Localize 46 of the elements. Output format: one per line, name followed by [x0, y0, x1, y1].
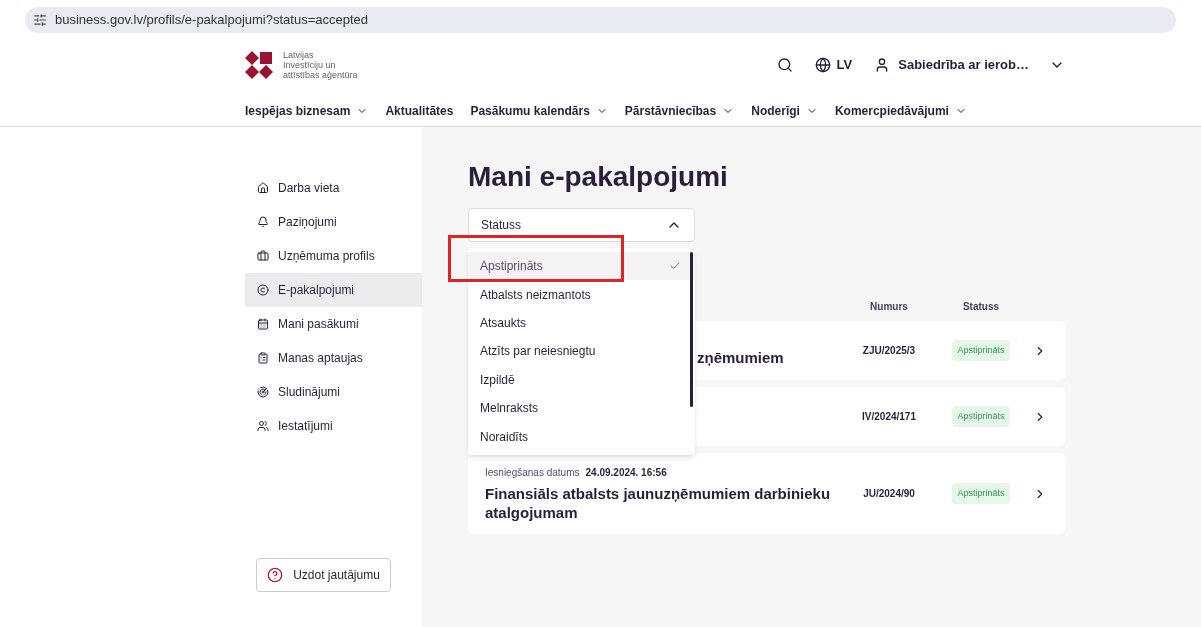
column-header: Statuss	[961, 300, 1001, 314]
service-number: ZJU/2025/3	[861, 344, 917, 358]
bell-icon	[257, 216, 269, 228]
scrollbar-thumb[interactable]	[690, 252, 693, 407]
nav-menu-item[interactable]: Iespējas biznesam	[245, 102, 369, 120]
dropdown-option[interactable]: Apstiprināts	[468, 252, 695, 281]
nav-menu-item[interactable]: Noderīgi	[751, 102, 818, 120]
dropdown-option[interactable]: Atbalsts neizmantots	[468, 280, 695, 309]
service-title: zņēmumiem	[697, 348, 785, 367]
radar-icon	[257, 386, 269, 398]
house-icon	[257, 182, 269, 194]
column-header: Numurs	[869, 300, 909, 314]
dropdown-option[interactable]: Atzīts par neiesniegtu	[468, 337, 695, 366]
clipboard-icon	[257, 352, 269, 364]
ask-question-button[interactable]: Uzdot jautājumu	[256, 558, 391, 592]
search-icon[interactable]	[776, 57, 793, 73]
service-title: Finansiāls atbalsts jaunuzņēmumiem darbinieku atalgojumam	[485, 484, 832, 522]
service-card[interactable]: Iesniegšanas datums 24.09.2024. 16:56 Finansiāls atbalsts jaunuzņēmumiem darbinieku atalgojumam JU/2024/90 Apstiprināts	[468, 453, 1066, 534]
url-text: business.gov.lv/profils/e-pakalpojumi?status=accepted	[55, 11, 368, 30]
nav-menu-item[interactable]: Aktualitātes	[385, 102, 454, 120]
nav-menu-item[interactable]: Komercpiedāvājumi	[834, 102, 967, 120]
date-label: Iesniegšanas datums	[485, 466, 580, 480]
calendar-icon	[257, 318, 269, 330]
site-settings-icon[interactable]	[33, 13, 47, 27]
logo-text: Latvijas Investīciju un attīstības aģentūra	[283, 50, 358, 80]
briefcase-icon	[257, 250, 269, 262]
nav-menu-item[interactable]: Pasākumu kalendārs	[470, 102, 608, 120]
date-value: 24.09.2024. 16:56	[585, 466, 667, 480]
logo-icon	[245, 51, 273, 79]
dropdown-option[interactable]: Melnraksts	[468, 393, 695, 423]
address-bar[interactable]: business.gov.lv/profils/e-pakalpojumi?status=accepted	[25, 7, 1176, 33]
sidebar-item[interactable]: E-pakalpojumi	[245, 273, 422, 307]
status-badge: Apstiprināts	[952, 482, 1010, 505]
nav-menu-item[interactable]: Pārstāvniecības	[624, 102, 735, 120]
people-icon	[257, 420, 269, 432]
globe-icon	[814, 57, 831, 73]
page-title: Mani e-pakalpojumi	[468, 160, 729, 194]
status-badge: Apstiprināts	[952, 339, 1010, 362]
status-badge: Apstiprināts	[952, 405, 1010, 428]
question-icon	[267, 567, 284, 583]
language-button[interactable]: LV	[814, 55, 853, 75]
status-dropdown[interactable]: Statuss	[468, 208, 695, 242]
service-number: IV/2024/171	[861, 410, 917, 424]
circle-c-icon	[257, 284, 269, 296]
service-number: JU/2024/90	[862, 487, 916, 501]
account-button[interactable]: Sabiedrība ar ierob…	[874, 55, 1065, 75]
